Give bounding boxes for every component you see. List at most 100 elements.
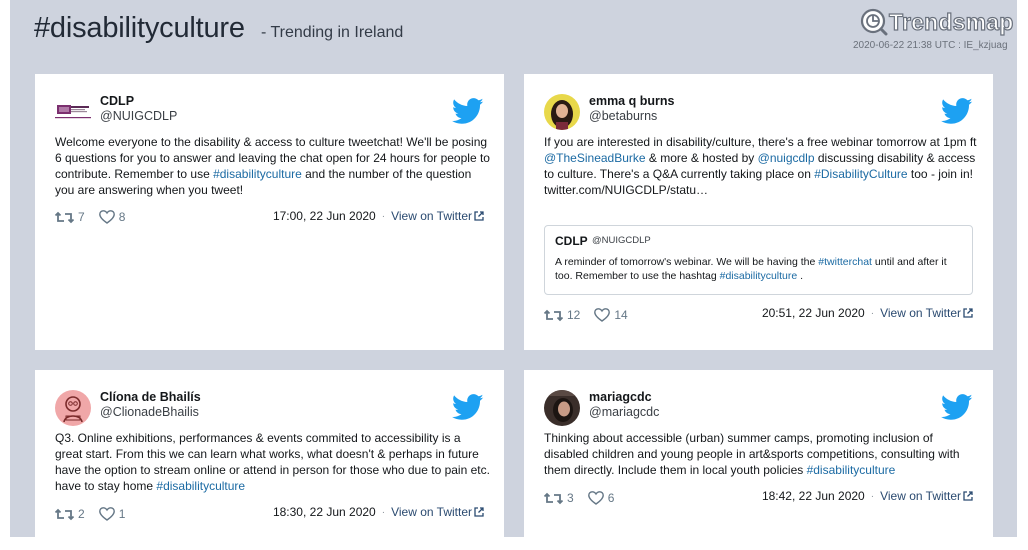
like-button[interactable]: 1 (98, 507, 126, 521)
trendsmap-logo-icon (860, 8, 888, 36)
tweet-actions: 2 1 (55, 506, 139, 522)
like-count: 8 (118, 210, 126, 224)
avatar-image (544, 390, 580, 426)
separator-dot: · (870, 490, 875, 502)
hashtag-link[interactable]: #DisabilityCulture (814, 167, 907, 181)
quoted-text-part: . (797, 270, 804, 282)
quoted-author-name: CDLP (555, 234, 588, 248)
tweet-footer: 18:42, 22 Jun 2020 · View on Twitter (762, 488, 973, 504)
heart-icon (587, 491, 604, 505)
tweet-footer: 18:30, 22 Jun 2020 · View on Twitter (273, 504, 484, 520)
external-link-icon (474, 211, 484, 221)
twitter-bird-icon[interactable] (452, 394, 484, 421)
tweet-card: mariagcdc @mariagcdc Thinking about acce… (524, 370, 993, 550)
view-label: View on Twitter (880, 306, 961, 320)
author-handle[interactable]: @betaburns (589, 109, 657, 123)
tweet-card: emma q burns @betaburns If you are inter… (524, 74, 993, 350)
mention-link[interactable]: @nuigcdlp (758, 151, 815, 165)
avatar[interactable] (544, 94, 580, 130)
avatar[interactable] (55, 94, 91, 130)
twitter-bird-icon[interactable] (941, 394, 973, 421)
retweet-icon (544, 492, 563, 504)
tweet-text-part: Q3. Online exhibitions, performances & e… (55, 431, 490, 493)
hashtag-link[interactable]: #disabilityculture (156, 479, 245, 493)
retweet-icon (55, 508, 74, 520)
quoted-author-handle: @NUIGCDLP (592, 235, 651, 246)
tweet-card: Clíona de Bhailís @ClionadeBhailis Q3. O… (35, 370, 504, 550)
avatar-image (544, 94, 580, 130)
hashtag-link[interactable]: #disabilityculture (807, 463, 896, 477)
retweet-button[interactable]: 12 (544, 308, 580, 322)
separator-dot: · (381, 506, 386, 518)
like-button[interactable]: 6 (587, 491, 614, 505)
retweet-count: 3 (567, 491, 574, 505)
retweet-button[interactable]: 2 (55, 507, 85, 521)
like-button[interactable]: 14 (594, 308, 628, 322)
tweet-footer: 20:51, 22 Jun 2020 · View on Twitter (762, 305, 973, 321)
tweet-actions: 12 14 (544, 307, 642, 323)
status-link[interactable]: twitter.com/NUIGCDLP/statu… (544, 183, 708, 197)
tweet-card: CDLP @NUIGCDLP Welcome everyone to the d… (35, 74, 504, 350)
trendsmap-logo-text: Trendsmap (888, 8, 1014, 35)
quoted-text-part: A reminder of tomorrow's webinar. We wil… (555, 256, 819, 268)
heart-icon (98, 507, 115, 521)
like-count: 1 (118, 507, 126, 521)
author-handle[interactable]: @NUIGCDLP (100, 109, 177, 123)
mention-link[interactable]: @TheSineadBurke (544, 151, 646, 165)
author-handle[interactable]: @mariagcdc (589, 405, 659, 419)
avatar[interactable] (55, 390, 91, 426)
tweet-footer: 17:00, 22 Jun 2020 · View on Twitter (273, 208, 484, 224)
timestamp-meta: 2020-06-22 21:38 UTC : IE_kzjuag (853, 40, 1008, 51)
twitter-bird-icon[interactable] (452, 98, 484, 125)
tweet-actions: 3 6 (544, 490, 628, 506)
tweet-text-part: If you are interested in disability/cult… (544, 135, 977, 149)
hashtag-link[interactable]: #twitterchat (818, 256, 872, 268)
external-link-icon (474, 507, 484, 517)
retweet-button[interactable]: 7 (55, 210, 85, 224)
tweet-text-part: & more & hosted by (645, 151, 758, 165)
view-on-twitter-link[interactable]: View on Twitter (880, 306, 973, 320)
view-on-twitter-link[interactable]: View on Twitter (880, 489, 973, 503)
heart-icon (98, 210, 115, 224)
tweet-actions: 7 8 (55, 209, 139, 225)
like-button[interactable]: 8 (98, 210, 126, 224)
author-handle[interactable]: @ClionadeBhailis (100, 405, 199, 419)
quoted-tweet[interactable]: CDLP @NUIGCDLP A reminder of tomorrow's … (544, 225, 973, 295)
author-name[interactable]: mariagcdc (589, 390, 652, 404)
view-label: View on Twitter (391, 505, 472, 519)
hashtag-link[interactable]: #disabilityculture (720, 270, 798, 282)
view-label: View on Twitter (880, 489, 961, 503)
page-title[interactable]: #disabilityculture (34, 12, 245, 45)
avatar-image (55, 390, 91, 426)
view-on-twitter-link[interactable]: View on Twitter (391, 209, 484, 223)
retweet-icon (55, 211, 74, 223)
view-label: View on Twitter (391, 209, 472, 223)
separator-dot: · (870, 307, 875, 319)
retweet-count: 12 (567, 308, 581, 322)
trendsmap-logo[interactable]: Trendsmap (860, 8, 1014, 36)
external-link-icon (963, 308, 973, 318)
retweet-count: 2 (78, 507, 85, 521)
external-link-icon (963, 491, 973, 501)
tweet-text: If you are interested in disability/cult… (544, 134, 979, 198)
retweet-button[interactable]: 3 (544, 491, 574, 505)
tweet-text-part: Thinking about accessible (urban) summer… (544, 431, 960, 477)
nui-galway-logo (55, 104, 91, 119)
author-name[interactable]: Clíona de Bhailís (100, 390, 201, 404)
view-on-twitter-link[interactable]: View on Twitter (391, 505, 484, 519)
author-name[interactable]: emma q burns (589, 94, 674, 108)
retweet-icon (544, 309, 563, 321)
tweet-timestamp: 20:51, 22 Jun 2020 (761, 306, 865, 320)
quoted-tweet-text: A reminder of tomorrow's webinar. We wil… (555, 255, 967, 283)
separator-dot: · (381, 210, 386, 222)
tweet-timestamp: 17:00, 22 Jun 2020 (272, 209, 376, 223)
hashtag-link[interactable]: #disabilityculture (213, 167, 302, 181)
avatar[interactable] (544, 390, 580, 426)
page-subtitle: - Trending in Ireland (261, 24, 404, 41)
twitter-bird-icon[interactable] (941, 98, 973, 125)
author-name[interactable]: CDLP (100, 94, 134, 108)
like-count: 14 (614, 308, 628, 322)
tweet-timestamp: 18:42, 22 Jun 2020 (761, 489, 865, 503)
tweet-text: Thinking about accessible (urban) summer… (544, 430, 979, 478)
tweet-text: Welcome everyone to the disability & acc… (55, 134, 490, 198)
